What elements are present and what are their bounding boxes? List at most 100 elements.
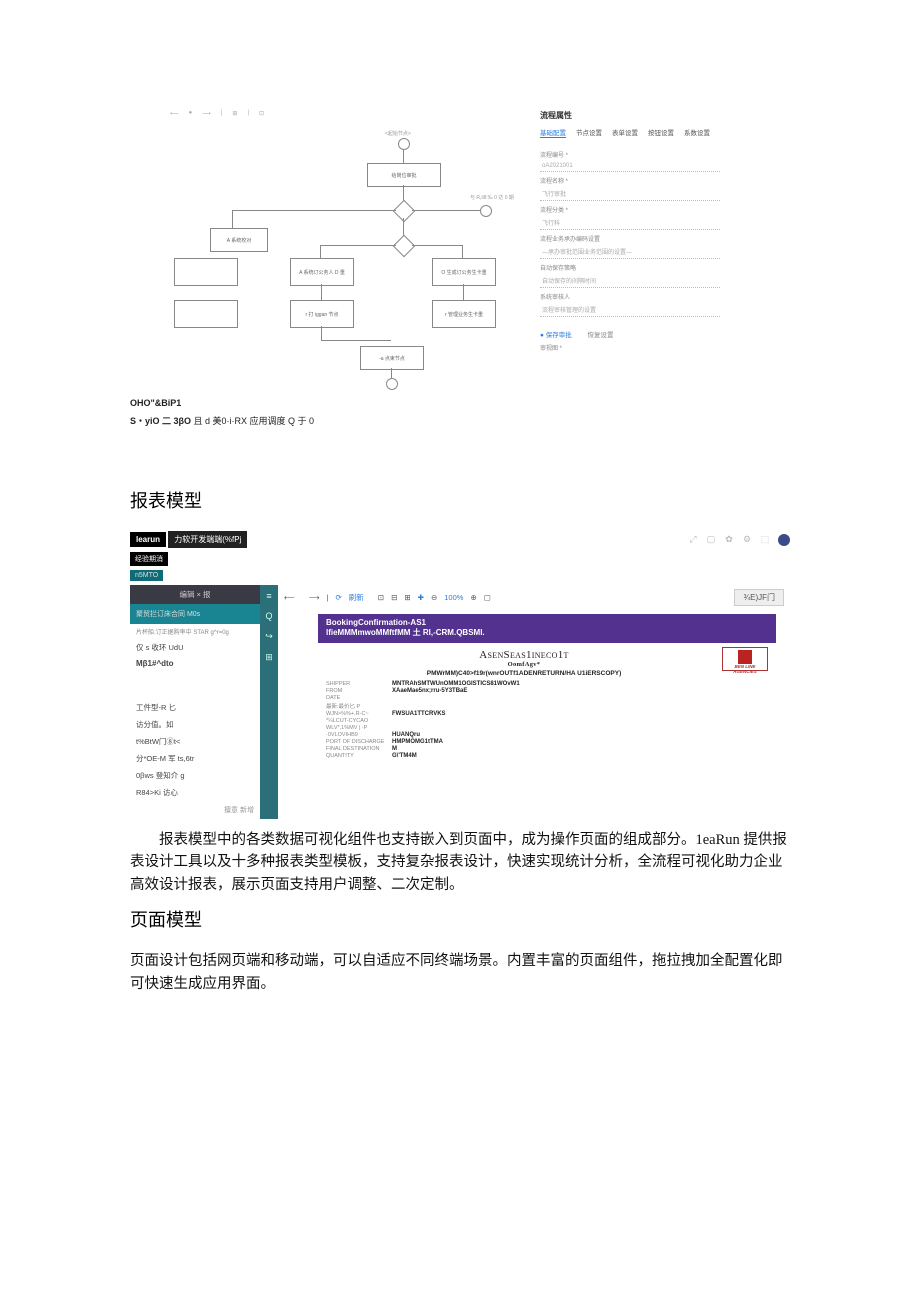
sidebar-item-active[interactable]: 聚贸拦订床合同 M0s (130, 604, 260, 624)
refresh-icon[interactable]: ⟳ (335, 593, 341, 602)
end-node[interactable] (386, 378, 398, 390)
flow-toolbar[interactable]: ⟵ ● ⟶ | ⊞ | ⊡ (170, 110, 264, 117)
zoom-out-icon[interactable]: ⊖ (431, 593, 437, 602)
tab-button[interactable]: 按钮设置 (648, 127, 674, 138)
field-label: 流程分类 * (540, 203, 720, 216)
heading-page-model: 页面模型 (130, 906, 790, 932)
tab-basic[interactable]: 基础配置 (540, 127, 566, 138)
sidebar-item[interactable]: 仅 s 收环 UdU (130, 639, 260, 656)
search-icon[interactable]: Q (265, 611, 272, 621)
bottom-label: 审视图 * (540, 343, 720, 352)
sidebar-item[interactable]: 0βws 登知介 g (130, 767, 260, 784)
ocr-line-1: OHO"&BiP1 (130, 398, 790, 408)
field-input[interactable]: —承办审批范围业务范围的设置— (540, 245, 720, 259)
sidebar-item[interactable]: 访分值。如 (130, 716, 260, 733)
gateway-2[interactable] (393, 235, 416, 258)
forward-icon[interactable]: ⟶ (309, 593, 320, 602)
sidebar-item[interactable]: 分*OE-M 军 ts,6tr (130, 750, 260, 767)
task-node-6[interactable]: -a 点束节点 (360, 346, 424, 370)
field-label: 自动保存策略 (540, 261, 720, 274)
report-document: BookingConfirmation-AS1 lfieMMMmwoMMftfM… (318, 614, 776, 764)
fullscreen-icon[interactable]: ▢ (484, 593, 491, 602)
task-node-5[interactable]: r 管理业务生卡重 (432, 300, 496, 328)
doc-field-value: MNTRAhSMTWUnOMM1OGISTICS81WOvW1 (392, 681, 768, 687)
icon-column[interactable]: ≡ Q ↪ ⊞ (260, 585, 278, 819)
report-designer: learun 力软开发端端(%fPj ⤢ ▢ ✿ ⚙ ⬚ 经验期消 n5MTO … (130, 531, 790, 819)
report-toolbar[interactable]: ⟵ ⟶ | ⟳ 刷新 ⊡ ⊟ ⊞ ✚ ⊖ 100% ⊕ ▢ ¾E)JF门 (278, 585, 790, 610)
doc-field-label: Quantity (326, 753, 386, 759)
doc-field-value: HMPMOMG1tTMA (392, 739, 768, 745)
sep: | (247, 110, 249, 117)
sidebar: 编辑 × 报 聚贸拦订床合同 M0s 片杯船:订正据购率中 STAR g^r=0… (130, 585, 260, 819)
tab-form[interactable]: 表单设置 (612, 127, 638, 138)
back-icon[interactable]: ⟵ (170, 110, 179, 117)
tb-sep: | (327, 593, 329, 602)
doc-field-label: ·0vlOvihB9 (326, 732, 386, 738)
header-actions[interactable]: ⤢ ▢ ✿ ⚙ ⬚ (688, 534, 790, 546)
sidebar-item[interactable]: Mβ1#^dto (130, 656, 260, 671)
doc-field-label: FROM (326, 688, 386, 694)
sidebar-item-sub: 片杯船:订正据购率中 STAR g^r=0g (130, 624, 260, 639)
window-icon[interactable]: ⬚ (760, 534, 770, 546)
end-node-right[interactable] (480, 205, 492, 217)
field-input[interactable]: oA2021001 (540, 161, 720, 172)
menu-icon[interactable]: ≡ (266, 591, 271, 601)
move-icon[interactable]: ✚ (418, 593, 424, 602)
forward-icon[interactable]: ⟶ (202, 110, 211, 117)
tab-node[interactable]: 节点设置 (576, 127, 602, 138)
pill-black[interactable]: 经验期消 (130, 552, 168, 566)
reset-button[interactable]: 恢复设置 (588, 332, 614, 339)
task-node-2[interactable]: A 系统订公务人 D 重 (290, 258, 354, 286)
field-input[interactable]: 飞行科 (540, 216, 720, 230)
flow-section: ⟵ ● ⟶ | ⊞ | ⊡ <起始节点> 给岗位审批 与 R,il8:‰ 0 达… (130, 110, 790, 390)
doc-field-value (392, 718, 768, 724)
square-icon[interactable]: ▢ (706, 534, 716, 546)
task-left[interactable]: A 系统校对 (210, 228, 268, 252)
field-input[interactable]: 自动保存的间隔时间 (540, 274, 720, 288)
panel-title: 流程属性 (540, 110, 720, 121)
field-label: 流程业务承办编码设置 (540, 232, 720, 245)
pill-teal[interactable]: n5MTO (130, 570, 163, 581)
task-node-1[interactable]: 给岗位审批 (367, 163, 441, 187)
grid-icon[interactable]: ⊞ (265, 652, 273, 663)
flower-icon[interactable]: ✿ (724, 534, 734, 546)
task-node-4[interactable]: r 打 iggan 节点 (290, 300, 354, 328)
tab-coef[interactable]: 系数设置 (684, 127, 710, 138)
zoom-value[interactable]: 100% (444, 593, 463, 602)
doc-field-value: XAaeMae5nx;rru-5Y3TBaE (392, 688, 768, 694)
sidebar-item[interactable]: 工件型-R 匕 (130, 699, 260, 716)
sidebar-bottom-actions[interactable]: 擅意 新增 (130, 801, 260, 819)
field-input[interactable]: 流程审核管理的设置 (540, 303, 720, 317)
refresh-label[interactable]: 刷新 (349, 592, 364, 603)
task-node-4l[interactable] (174, 300, 238, 328)
field-label: 系统审核人 (540, 290, 720, 303)
zoom-in-icon[interactable]: ⊕ (470, 593, 476, 602)
back-icon[interactable]: ⟵ (284, 593, 295, 602)
layout-icon[interactable]: ⊞ (404, 593, 410, 602)
dot-icon[interactable]: ● (189, 110, 193, 117)
gear-icon[interactable]: ⚙ (742, 534, 752, 546)
paragraph-report: 报表模型中的各类数据可视化组件也支持嵌入到页面中，成为操作页面的组成部分。1ea… (130, 829, 790, 896)
start-node[interactable] (398, 138, 410, 150)
gateway-1[interactable] (393, 200, 416, 223)
right-button[interactable]: ¾E)JF门 (734, 589, 784, 606)
sidebar-item[interactable]: t%BtW门⑧t< (130, 733, 260, 750)
full-icon[interactable]: ⊡ (259, 110, 264, 117)
grid-icon[interactable]: ⊞ (232, 110, 237, 117)
export-icon[interactable]: ↪ (265, 631, 273, 642)
task-node-2l[interactable] (174, 258, 238, 286)
expand-icon[interactable]: ⤢ (688, 534, 698, 546)
avatar[interactable] (778, 534, 790, 546)
doc-field-label: Final Destination (326, 746, 386, 752)
task-node-3[interactable]: O 生成订公务生卡重 (432, 258, 496, 286)
flow-tabs[interactable]: 基础配置 节点设置 表单设置 按钮设置 系数设置 (540, 127, 720, 138)
layout-icon[interactable]: ⊡ (378, 593, 384, 602)
field-label: 流程名称 * (540, 174, 720, 187)
field-input[interactable]: 飞行审批 (540, 187, 720, 201)
sidebar-item[interactable]: R84>Ki 访心 (130, 784, 260, 801)
save-button[interactable]: ● 保存审批 (540, 332, 572, 339)
flow-canvas: ⟵ ● ⟶ | ⊞ | ⊡ <起始节点> 给岗位审批 与 R,il8:‰ 0 达… (130, 110, 520, 390)
doc-field-label: Port of Discharge (326, 739, 386, 745)
paragraph-page: 页面设计包括网页端和移动端，可以自适应不同终端场景。内置丰富的页面组件，拖拉拽加… (130, 950, 790, 995)
layout-icon[interactable]: ⊟ (391, 593, 397, 602)
